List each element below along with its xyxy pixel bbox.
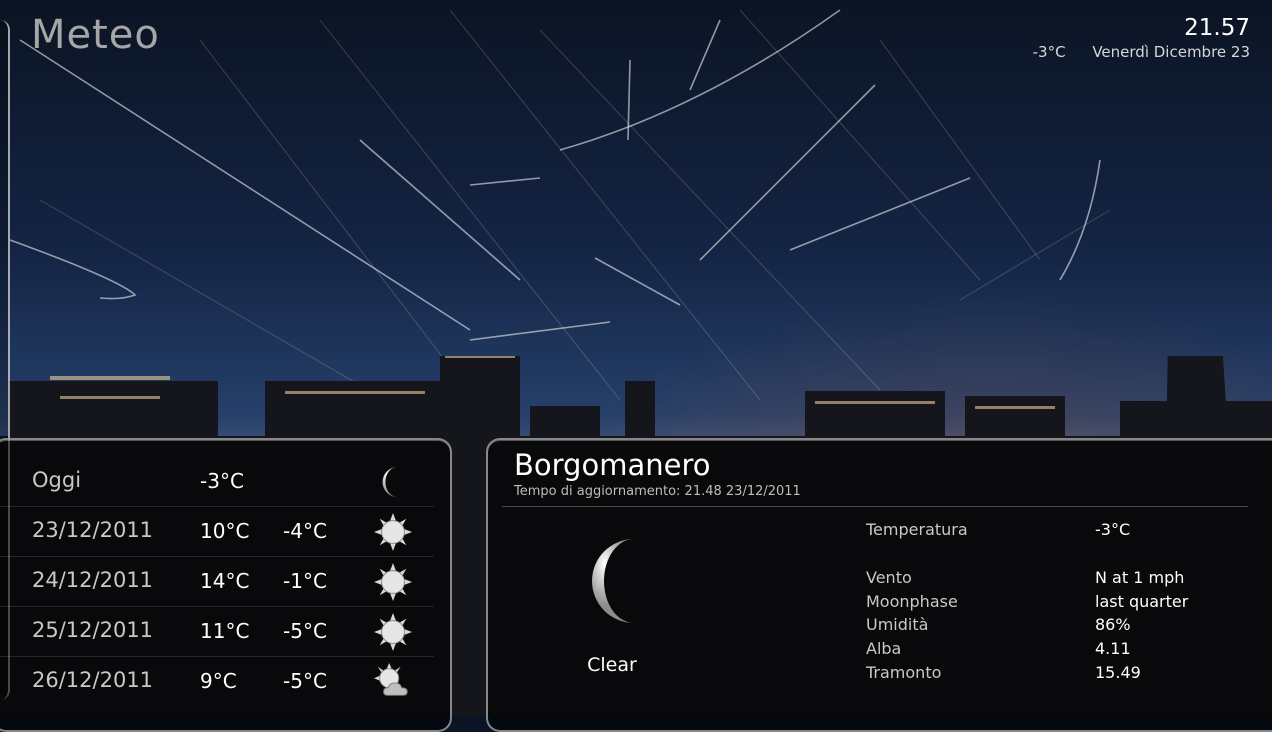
forecast-low: -5°C <box>283 619 327 643</box>
forecast-high: 9°C <box>200 669 237 693</box>
forecast-row[interactable]: 25/12/2011 11°C -5°C <box>0 606 434 657</box>
forecast-day: 26/12/2011 <box>32 668 154 692</box>
detail-label: Alba <box>866 639 902 658</box>
forecast-row[interactable]: 26/12/2011 9°C -5°C <box>0 656 434 706</box>
moon-icon <box>382 466 398 498</box>
app-title: Meteo <box>31 12 160 58</box>
forecast-low: -1°C <box>283 569 327 593</box>
detail-value: 86% <box>1095 615 1131 634</box>
forecast-day: 25/12/2011 <box>32 618 154 642</box>
forecast-high: 10°C <box>200 519 250 543</box>
forecast-day: Oggi <box>32 468 82 492</box>
current-temperature: -3°C <box>1032 43 1066 61</box>
last-updated: Tempo di aggiornamento: 21.48 23/12/2011 <box>514 484 801 499</box>
detail-label: Tramonto <box>866 663 942 682</box>
header-info: -3°C Venerdì Dicembre 23 <box>1011 43 1250 61</box>
forecast-row[interactable]: Oggi -3°C <box>0 456 434 507</box>
forecast-high: 14°C <box>200 569 250 593</box>
detail-label: Temperatura <box>866 520 968 539</box>
forecast-day: 24/12/2011 <box>32 568 154 592</box>
detail-value: last quarter <box>1095 592 1189 611</box>
forecast-high: 11°C <box>200 619 250 643</box>
detail-value: 15.49 <box>1095 663 1141 682</box>
forecast-panel: Oggi -3°C 23/12/2011 10°C -4°C 24/12/201… <box>0 438 452 732</box>
detail-value: 4.11 <box>1095 639 1131 658</box>
detail-value: -3°C <box>1095 520 1131 539</box>
forecast-row[interactable]: 24/12/2011 14°C -1°C <box>0 556 434 607</box>
detail-label: Moonphase <box>866 592 958 611</box>
detail-label: Vento <box>866 568 912 587</box>
condition-text: Clear <box>587 654 637 676</box>
current-date: Venerdì Dicembre 23 <box>1092 43 1250 61</box>
forecast-low: -5°C <box>283 669 327 693</box>
moon-icon <box>592 539 634 623</box>
sun-icon <box>374 563 412 601</box>
forecast-row[interactable]: 23/12/2011 10°C -4°C <box>0 506 434 557</box>
city-name: Borgomanero <box>514 448 711 482</box>
partly-cloudy-icon <box>374 663 408 696</box>
forecast-day: 23/12/2011 <box>32 518 154 542</box>
detail-value: N at 1 mph <box>1095 568 1185 587</box>
current-conditions-panel: Borgomanero Tempo di aggiornamento: 21.4… <box>486 438 1272 732</box>
detail-label: Umidità <box>866 615 929 634</box>
sun-icon <box>374 613 412 651</box>
clock: 21.57 <box>1184 15 1250 41</box>
forecast-high: -3°C <box>200 469 244 493</box>
forecast-low: -4°C <box>283 519 327 543</box>
divider <box>502 506 1248 507</box>
sun-icon <box>374 513 412 551</box>
